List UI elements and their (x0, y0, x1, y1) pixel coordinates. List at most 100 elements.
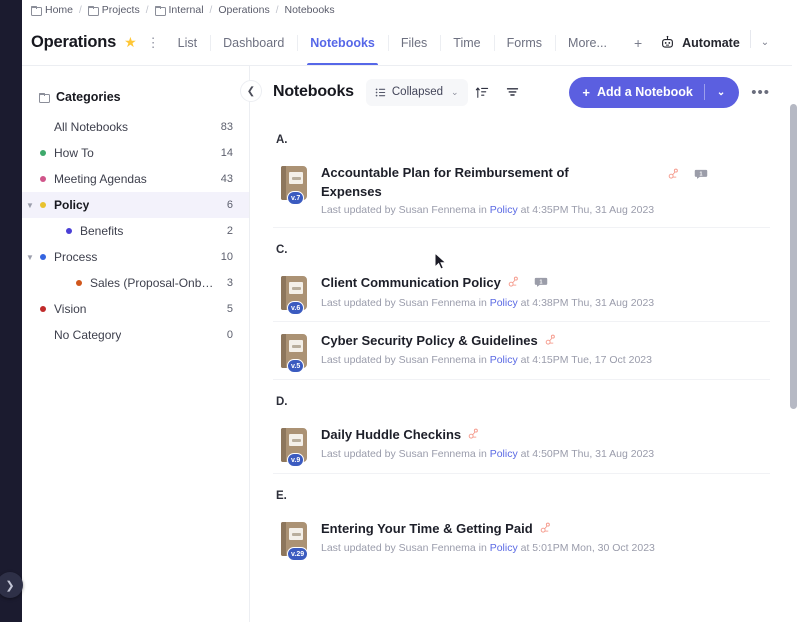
collapse-categories-button[interactable]: ❮ (240, 80, 262, 102)
tab-time[interactable]: Time (440, 20, 493, 65)
sidebar-item-label: Policy (54, 198, 89, 212)
book-page (289, 282, 303, 294)
breadcrumb-label: Notebooks (284, 4, 334, 16)
breadcrumb-item-operations[interactable]: Operations (218, 4, 269, 16)
vertical-scrollbar[interactable] (790, 66, 797, 622)
sidebar-item-no-category[interactable]: No Category 0 (22, 322, 249, 348)
sidebar-item-policy[interactable]: ▼ Policy 6 (22, 192, 249, 218)
notebook-body: Entering Your Time & Getting Paid Last u… (321, 520, 770, 554)
star-icon[interactable]: ★ (124, 34, 137, 51)
sort-button[interactable] (468, 78, 498, 106)
notebook-row[interactable]: v.7 Accountable Plan for Reimbursement o… (273, 154, 770, 228)
tab-list[interactable]: List (165, 20, 210, 65)
plus-icon: + (634, 35, 642, 51)
sidebar-item-process[interactable]: ▼ Process 10 (22, 244, 249, 270)
folder-icon (155, 6, 165, 14)
meta-prefix: Last updated by Susan Fennema in (321, 297, 490, 309)
breadcrumb-item-notebooks[interactable]: Notebooks (284, 4, 334, 16)
hubspot-icon[interactable] (468, 428, 479, 442)
sidebar-item-vision[interactable]: Vision 5 (22, 296, 249, 322)
categories-heading-label: Categories (56, 90, 121, 104)
filter-button[interactable] (498, 78, 528, 106)
plus-icon: + (582, 85, 590, 100)
notebook-row[interactable]: v.9 Daily Huddle Checkins (273, 416, 770, 474)
header-actions: Automate ⌄ (656, 30, 793, 55)
notebook-icon: v.7 (281, 166, 307, 200)
tab-files[interactable]: Files (388, 20, 440, 65)
notebooks-overflow-button[interactable]: ••• (739, 84, 770, 101)
automate-button[interactable]: Automate (656, 30, 748, 55)
notebook-title[interactable]: Client Communication Policy (321, 274, 501, 293)
view-mode-selector[interactable]: Collapsed ⌄ (366, 79, 468, 106)
breadcrumb-item-internal[interactable]: Internal (155, 4, 204, 16)
version-badge: v.5 (287, 359, 304, 373)
sidebar-item-sales-proposal-onboarding[interactable]: Sales (Proposal-Onboarding) 3 (22, 270, 249, 296)
hubspot-glyph (668, 168, 679, 179)
hubspot-icon[interactable] (668, 168, 679, 182)
space-menu-button[interactable]: ⋮ (147, 36, 157, 49)
chevron-left-icon: ❮ (247, 86, 255, 97)
sidebar-item-label: Process (54, 250, 97, 264)
sidebar-item-count: 43 (213, 173, 233, 185)
notebook-icon: v.5 (281, 334, 307, 368)
chevron-down-icon[interactable]: ▼ (26, 201, 34, 210)
scrollbar-thumb[interactable] (790, 104, 797, 409)
add-view-button[interactable]: + (620, 20, 656, 65)
notebook-title[interactable]: Daily Huddle Checkins (321, 426, 461, 445)
breadcrumb-label: Projects (102, 4, 140, 16)
notebook-meta: Last updated by Susan Fennema in Policy … (321, 297, 770, 309)
sidebar-item-benefits[interactable]: Benefits 2 (22, 218, 249, 244)
chevron-down-icon: ⌄ (761, 37, 769, 48)
book-page (289, 434, 303, 446)
version-badge: v.9 (287, 453, 304, 467)
sidebar-item-all-notebooks[interactable]: All Notebooks 83 (22, 114, 249, 140)
tab-notebooks[interactable]: Notebooks (297, 20, 388, 65)
meta-suffix: at 4:15PM Tue, 17 Oct 2023 (518, 354, 652, 366)
add-notebook-label: Add a Notebook (597, 85, 693, 99)
category-dot (40, 202, 46, 208)
notebook-category-link[interactable]: Policy (490, 542, 518, 554)
add-notebook-button[interactable]: + Add a Notebook ⌄ (569, 77, 739, 108)
comment-bubble-glyph: 1 (534, 276, 548, 289)
comment-icon[interactable]: 1 (534, 276, 548, 294)
notebook-title-line: Daily Huddle Checkins (321, 426, 770, 445)
category-dot (40, 124, 46, 130)
hubspot-icon[interactable] (545, 334, 556, 348)
comment-bubble-glyph: 1 (694, 168, 708, 181)
chevron-down-icon[interactable]: ▼ (26, 253, 34, 262)
hubspot-glyph (468, 428, 479, 439)
notebook-row[interactable]: v.5 Cyber Security Policy & Guidelines (273, 322, 770, 380)
sidebar-item-how-to[interactable]: How To 14 (22, 140, 249, 166)
notebook-title[interactable]: Cyber Security Policy & Guidelines (321, 332, 538, 351)
notebook-category-link[interactable]: Policy (490, 297, 518, 309)
notebook-category-link[interactable]: Policy (490, 204, 518, 216)
category-dot (40, 254, 46, 260)
notebook-category-link[interactable]: Policy (490, 354, 518, 366)
notebook-body: Daily Huddle Checkins Last updated by Su… (321, 426, 770, 460)
chevron-right-icon: ❯ (5, 579, 14, 592)
tab-more[interactable]: More... (555, 20, 620, 65)
tab-forms[interactable]: Forms (494, 20, 555, 65)
hubspot-icon[interactable] (540, 522, 551, 536)
automate-dropdown-button[interactable]: ⌄ (748, 37, 779, 48)
sidebar-item-meeting-agendas[interactable]: Meeting Agendas 43 (22, 166, 249, 192)
breadcrumb-item-home[interactable]: Home (31, 4, 73, 16)
notebook-title[interactable]: Accountable Plan for Reimbursement of Ex… (321, 164, 621, 201)
category-dot (40, 306, 46, 312)
comment-icon[interactable]: 1 (694, 168, 708, 186)
add-notebook-dropdown[interactable]: ⌄ (705, 87, 737, 98)
notebook-row[interactable]: v.6 Client Communication Policy (273, 264, 770, 322)
sidebar-item-count: 3 (219, 277, 233, 289)
notebook-row[interactable]: v.29 Entering Your Time & Getting Paid (273, 510, 770, 567)
filter-icon (505, 85, 520, 100)
hubspot-icon[interactable] (508, 276, 519, 290)
notebook-icon: v.29 (281, 522, 307, 556)
sidebar-item-label: All Notebooks (54, 120, 128, 134)
breadcrumb-item-projects[interactable]: Projects (88, 4, 140, 16)
notebook-category-link[interactable]: Policy (490, 448, 518, 460)
meta-suffix: at 5:01PM Mon, 30 Oct 2023 (518, 542, 655, 554)
notebook-body: Cyber Security Policy & Guidelines Last … (321, 332, 770, 366)
notebook-title[interactable]: Entering Your Time & Getting Paid (321, 520, 533, 539)
notebook-meta: Last updated by Susan Fennema in Policy … (321, 542, 770, 554)
tab-dashboard[interactable]: Dashboard (210, 20, 297, 65)
